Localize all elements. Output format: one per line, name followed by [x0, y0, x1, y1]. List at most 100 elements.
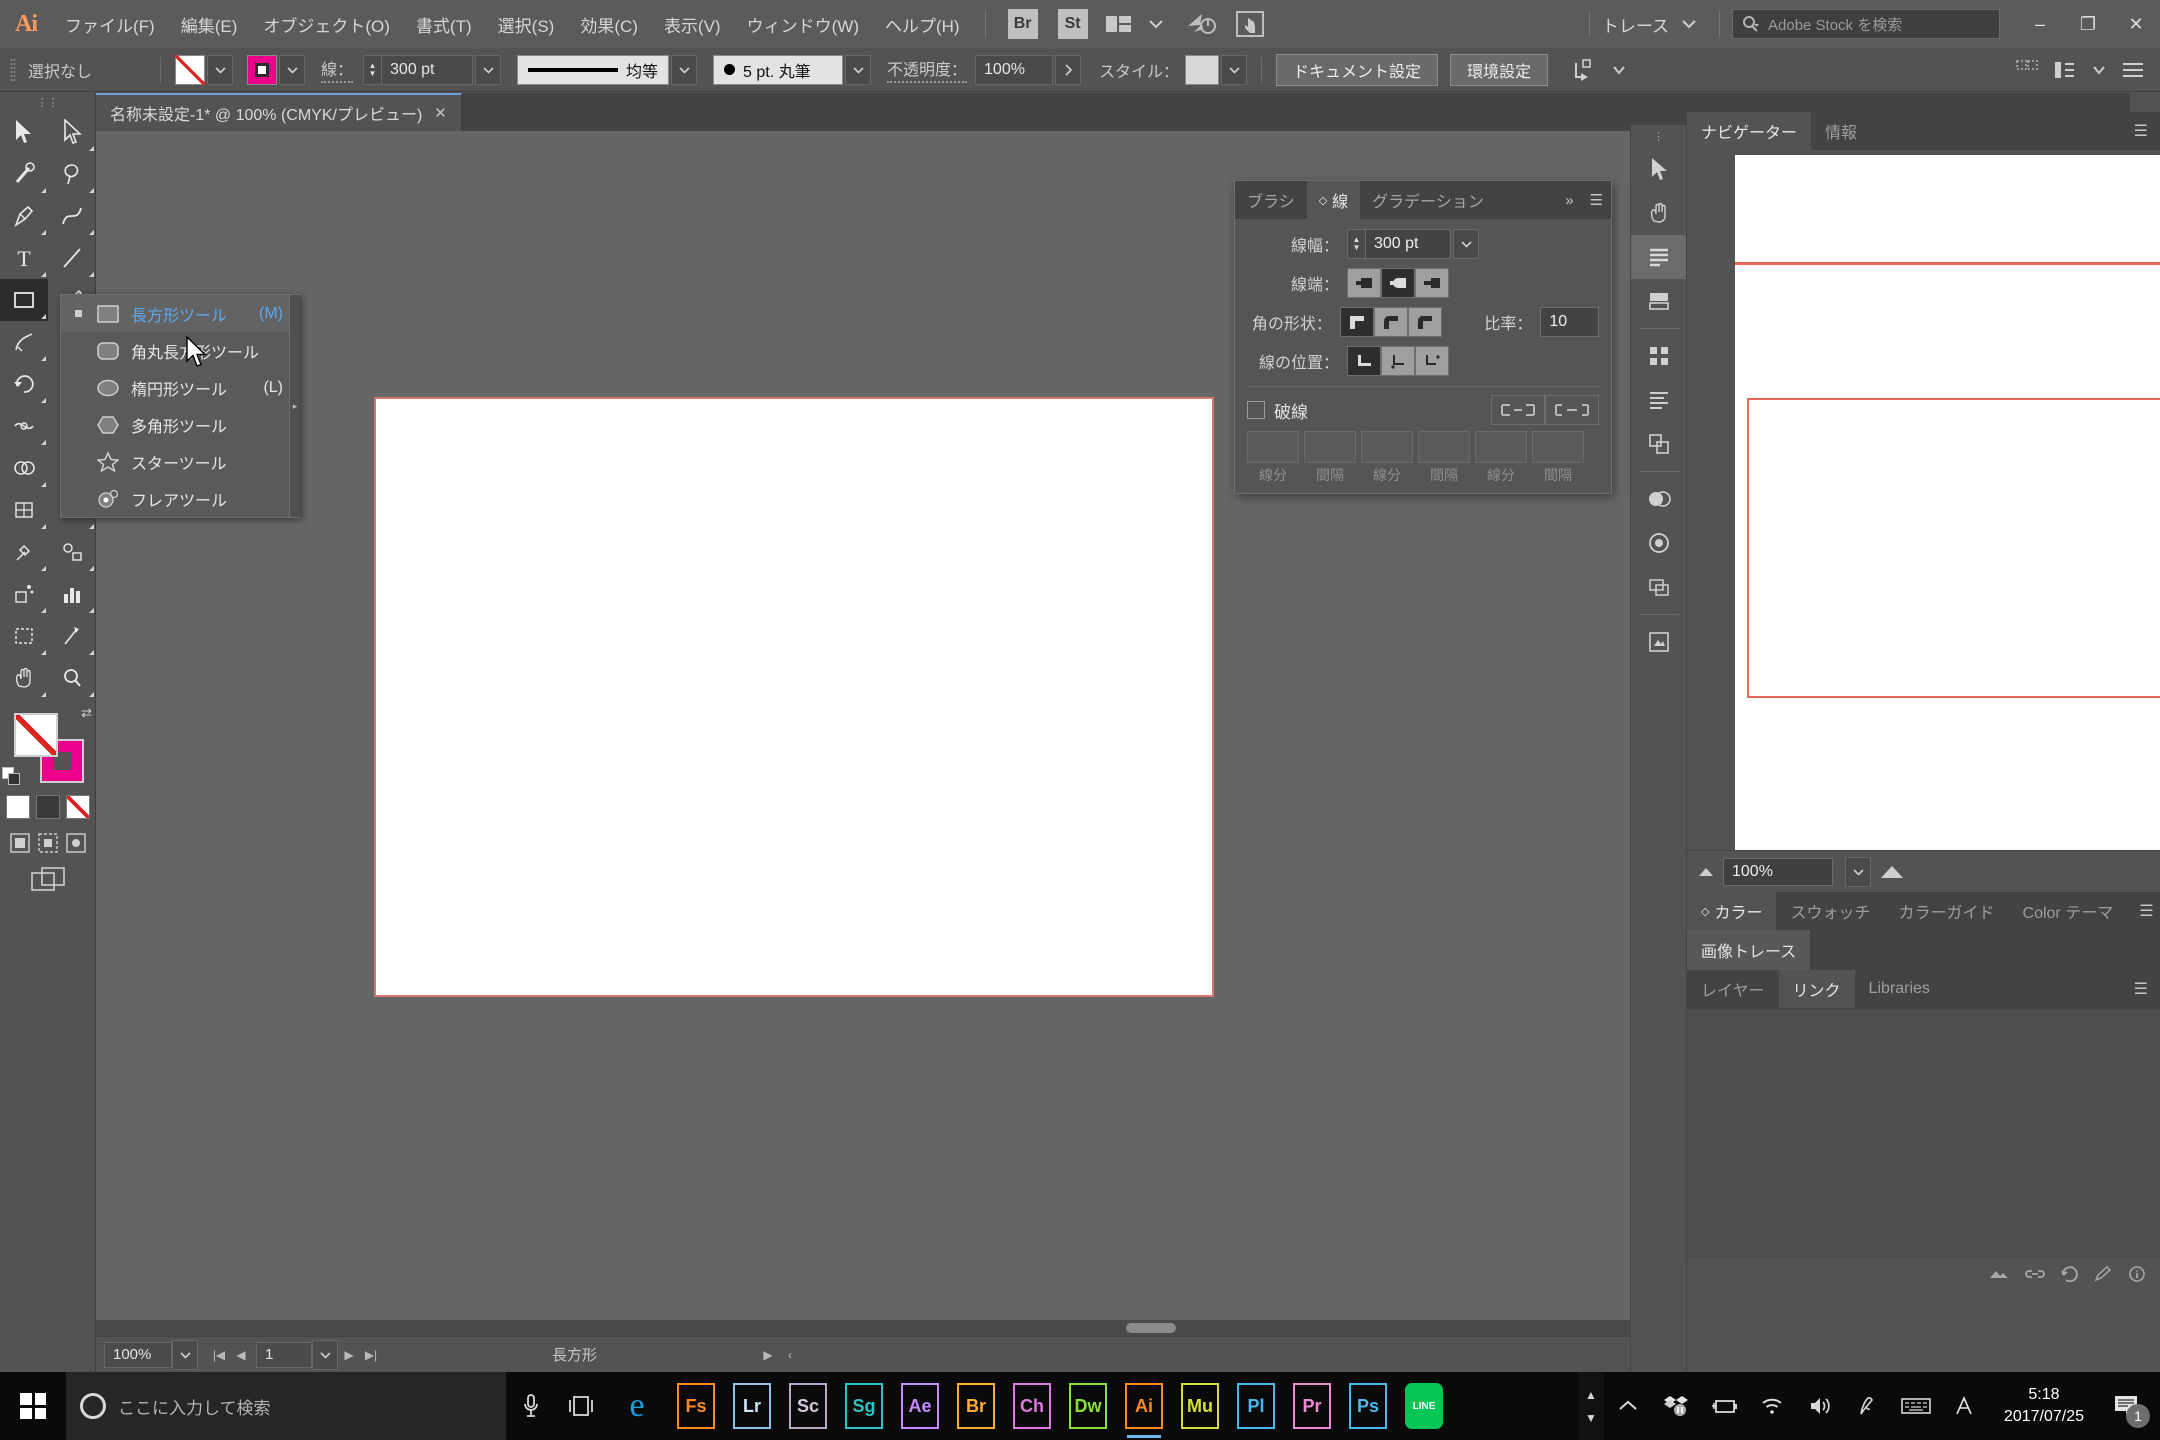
status-menu-button[interactable]: ▶ [757, 1342, 779, 1368]
taskbar-app-prelude[interactable]: Pl [1228, 1372, 1284, 1440]
tab-links[interactable]: リンク [1778, 970, 1855, 1008]
stroke-weight-dropdown[interactable] [475, 54, 502, 85]
tray-scroll-buttons[interactable]: ▲ ▼ [1577, 1372, 1604, 1440]
stock-search-input[interactable]: Adobe Stock を検索 [1732, 9, 2000, 39]
taskbar-app-lightroom[interactable]: Lr [724, 1372, 780, 1440]
next-artboard-button[interactable]: ▶ [338, 1342, 360, 1368]
go-to-link-icon[interactable] [2024, 1266, 2046, 1285]
tab-color-guide[interactable]: カラーガイド [1885, 892, 2009, 930]
miter-join-button[interactable] [1339, 307, 1374, 337]
arrange-icon[interactable] [2054, 60, 2076, 80]
tool-selection[interactable] [0, 111, 48, 153]
tab-color[interactable]: ◇ カラー [1687, 892, 1777, 930]
dropbox-icon[interactable] [1652, 1372, 1700, 1440]
menu-object[interactable]: オブジェクト(O) [250, 0, 403, 48]
brush-dropdown[interactable] [845, 54, 872, 85]
tool-curvature[interactable] [48, 195, 96, 237]
tool-line-segment[interactable] [48, 237, 96, 279]
hand-pointer-icon[interactable] [1235, 11, 1264, 37]
navigator-zoom-dropdown[interactable] [1845, 856, 1871, 887]
tool-symbol-sprayer[interactable] [0, 573, 48, 615]
tool-blend[interactable] [48, 531, 96, 573]
tool-type[interactable]: T [0, 237, 48, 279]
horizontal-scroll-thumb[interactable] [1126, 1323, 1176, 1333]
tab-swatches[interactable]: スウォッチ [1776, 892, 1884, 930]
tool-shape-builder[interactable] [0, 447, 48, 489]
projecting-cap-button[interactable] [1415, 268, 1449, 298]
align-center-button[interactable] [1347, 346, 1381, 376]
window-close-button[interactable]: ✕ [2112, 0, 2160, 48]
tab-image-trace[interactable]: 画像トレース [1687, 930, 1811, 970]
panel-icon-asset-export[interactable] [1631, 620, 1687, 664]
strip-handle[interactable]: ⋮ [1631, 125, 1686, 147]
collapse-panel-icon[interactable]: » [1557, 181, 1581, 219]
default-fill-stroke-icon[interactable] [2, 767, 22, 787]
gradient-mode-button[interactable] [35, 795, 60, 819]
taskbar-search-input[interactable]: ここに入力して検索 [66, 1372, 506, 1440]
fill-color-swatch[interactable] [14, 713, 58, 757]
dash-align-corners-button[interactable] [1545, 395, 1599, 425]
link-info-icon[interactable] [2128, 1265, 2146, 1285]
tool-pen[interactable] [0, 195, 48, 237]
align-to-selection-icon[interactable] [1572, 58, 1596, 81]
stroke-weight-stepper[interactable]: ▲ ▼ [363, 54, 382, 85]
chevron-down-icon[interactable] [1612, 65, 1626, 75]
gap-input[interactable] [1532, 431, 1584, 463]
zoom-level-input[interactable]: 100% [104, 1341, 172, 1368]
panel-icon-align[interactable] [1631, 235, 1687, 279]
tool-eyedropper[interactable] [0, 531, 48, 573]
tool-lasso[interactable] [48, 153, 96, 195]
dash-preserve-exact-button[interactable] [1491, 395, 1545, 425]
edit-original-icon[interactable] [2094, 1265, 2114, 1285]
menu-effect[interactable]: 効果(C) [567, 0, 651, 48]
volume-icon[interactable] [1796, 1372, 1844, 1440]
prev-artboard-button[interactable]: ◀ [230, 1342, 252, 1368]
tool-slice[interactable] [48, 615, 96, 657]
navigator-zoom-input[interactable]: 100% [1723, 857, 1833, 886]
panel-menu-icon[interactable]: ☰ [2122, 970, 2160, 1008]
tab-navigator[interactable]: ナビゲーター [1687, 112, 1812, 150]
menu-view[interactable]: 表示(V) [651, 0, 734, 48]
rocket-icon[interactable] [1186, 12, 1218, 36]
menu-file[interactable]: ファイル(F) [52, 0, 168, 48]
artboard-number-input[interactable]: 1 [256, 1341, 312, 1368]
taskbar-app-character-animator[interactable]: Ch [1004, 1372, 1060, 1440]
taskbar-app-speedgrade[interactable]: Sg [836, 1372, 892, 1440]
stock-button[interactable]: St [1057, 9, 1088, 39]
arrange-documents-icon[interactable] [1105, 14, 1132, 34]
stroke-weight-input[interactable]: 300 pt [381, 54, 474, 85]
stroke-profile-combo[interactable]: 均等 [517, 54, 670, 85]
opacity-input[interactable]: 100% [975, 54, 1054, 85]
dash-field-3[interactable]: 線分 [1361, 431, 1413, 485]
zoom-out-icon[interactable] [1699, 867, 1713, 876]
artboard-dropdown[interactable] [312, 1339, 338, 1370]
panel-icon-hand[interactable] [1631, 191, 1687, 235]
chevron-down-icon[interactable] [1148, 18, 1164, 30]
graphic-style-dropdown[interactable] [1221, 54, 1248, 85]
panel-menu-icon[interactable] [2122, 61, 2144, 79]
draw-inside-icon[interactable] [65, 833, 86, 853]
panel-icon-selection[interactable] [1631, 147, 1687, 191]
close-icon[interactable]: ✕ [434, 104, 447, 122]
wifi-icon[interactable] [1748, 1372, 1796, 1440]
links-panel-body[interactable] [1687, 1008, 2160, 1258]
dashed-line-checkbox[interactable] [1247, 401, 1265, 419]
tab-stroke[interactable]: ◇ 線 [1306, 181, 1361, 219]
control-bar-grip[interactable] [10, 57, 16, 82]
window-minimize-button[interactable]: – [2016, 0, 2064, 48]
flyout-item-flare-tool[interactable]: フレアツール [61, 480, 299, 517]
stroke-dropdown-button[interactable] [279, 54, 305, 85]
flyout-item-rounded-rectangle-tool[interactable]: 角丸長方形ツール [61, 332, 299, 369]
draw-normal-icon[interactable] [9, 833, 30, 853]
flyout-item-ellipse-tool[interactable]: 楕円形ツール (L) [61, 369, 299, 406]
pen-icon[interactable] [1844, 1372, 1892, 1440]
taskbar-app-photoshop[interactable]: Ps [1340, 1372, 1396, 1440]
artboard[interactable] [374, 397, 1214, 997]
stroke-swatch-button[interactable] [247, 54, 277, 85]
menu-window[interactable]: ウィンドウ(W) [734, 0, 872, 48]
panel-icon-artboards[interactable] [1631, 565, 1687, 609]
zoom-level-dropdown[interactable] [172, 1339, 198, 1370]
document-tab[interactable]: 名称未設定-1* @ 100% (CMYK/プレビュー) ✕ [96, 93, 462, 131]
tool-rotate[interactable] [0, 363, 48, 405]
none-mode-button[interactable] [65, 795, 90, 819]
